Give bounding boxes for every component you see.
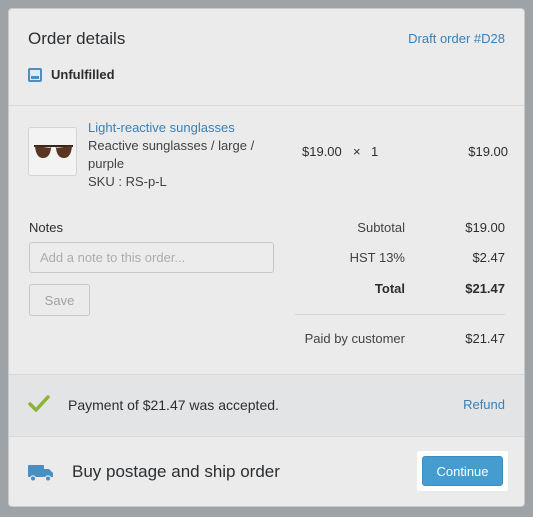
multiply-sign: × — [353, 144, 361, 159]
subtotal-row: Subtotal $19.00 — [295, 220, 505, 238]
notes-label: Notes — [29, 220, 63, 235]
product-thumbnail[interactable] — [28, 127, 77, 176]
product-variant: Reactive sunglasses / large / purple — [88, 138, 255, 171]
total-label: Total — [374, 281, 405, 296]
paid-row: Paid by customer $21.47 — [295, 331, 505, 349]
continue-highlight: Continue — [417, 451, 508, 491]
notes-input[interactable] — [29, 242, 274, 273]
fulfillment-status: Unfulfilled — [28, 67, 115, 82]
tax-label: HST 13% — [349, 250, 405, 265]
subtotal-label: Subtotal — [357, 220, 405, 235]
quantity: 1 — [371, 144, 379, 159]
draft-order-link[interactable]: Draft order #D28 — [408, 31, 505, 46]
unit-price: $19.00 — [302, 144, 342, 159]
checkmark-icon — [28, 395, 50, 412]
line-item: Light-reactive sunglasses Reactive sungl… — [28, 119, 508, 199]
save-note-button[interactable]: Save — [29, 284, 90, 316]
total-row: Total $21.47 — [295, 281, 505, 299]
shipping-section: Buy postage and ship order Continue — [9, 436, 524, 506]
continue-button[interactable]: Continue — [422, 456, 503, 486]
totals-divider — [295, 314, 505, 315]
unfulfilled-box-icon — [28, 67, 42, 82]
payment-status-message: Payment of $21.47 was accepted. — [68, 397, 279, 413]
order-details-card: Order details Draft order #D28 Unfulfill… — [8, 8, 525, 507]
tax-value: $2.47 — [472, 250, 505, 265]
page-title: Order details — [28, 29, 126, 48]
order-header: Order details Draft order #D28 Unfulfill… — [9, 9, 524, 106]
tax-row: HST 13% $2.47 — [295, 250, 505, 268]
status-label: Unfulfilled — [51, 67, 115, 82]
sunglasses-icon — [34, 145, 73, 158]
line-item-info: Light-reactive sunglasses Reactive sungl… — [88, 119, 278, 191]
paid-label: Paid by customer — [304, 331, 405, 346]
line-total: $19.00 — [468, 144, 508, 159]
truck-icon — [28, 465, 53, 482]
payment-section: Payment of $21.47 was accepted. Refund — [9, 374, 524, 437]
product-sku: SKU : RS-p-L — [88, 174, 167, 189]
product-name-link[interactable]: Light-reactive sunglasses — [88, 119, 278, 137]
refund-link[interactable]: Refund — [463, 397, 505, 412]
ship-order-message: Buy postage and ship order — [72, 462, 280, 481]
paid-value: $21.47 — [465, 331, 505, 346]
subtotal-value: $19.00 — [465, 220, 505, 235]
total-value: $21.47 — [465, 281, 505, 296]
